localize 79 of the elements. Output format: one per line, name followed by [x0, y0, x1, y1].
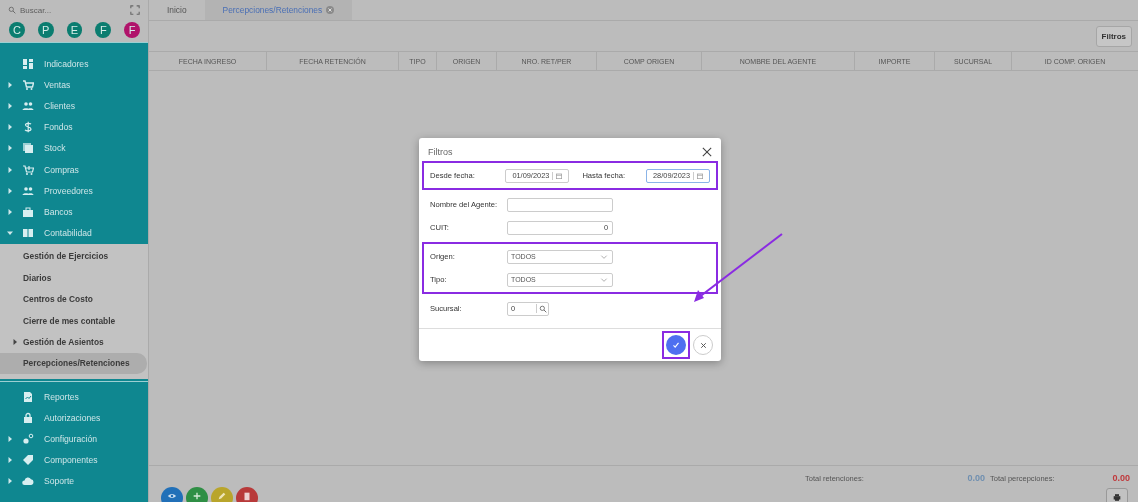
dashboard-icon — [22, 57, 34, 70]
cart-icon — [22, 78, 34, 91]
search-icon — [8, 6, 16, 14]
submenu-item[interactable]: Gestión de Ejercicios — [0, 245, 147, 268]
shortcut-button[interactable]: F — [95, 22, 112, 38]
cancel-button[interactable] — [693, 335, 713, 355]
sidebar-item[interactable]: Indicadores — [0, 53, 148, 75]
close-button[interactable] — [702, 147, 712, 157]
submenu-item[interactable]: Cierre de mes contable — [0, 309, 147, 332]
search-field[interactable]: Buscar... — [20, 5, 126, 15]
caret-icon — [12, 338, 18, 345]
sidebar-item[interactable]: Proveedores — [0, 180, 148, 202]
input-field[interactable] — [507, 197, 613, 212]
shortcut-button[interactable]: P — [37, 22, 54, 38]
dollar-icon — [22, 121, 34, 134]
caret-icon — [7, 187, 13, 194]
total-value: 0.00 — [967, 473, 985, 483]
submenu-item[interactable]: Gestión de Asientos — [0, 331, 147, 353]
check-icon — [671, 340, 681, 350]
caret-icon — [7, 166, 13, 173]
caret-icon — [7, 102, 13, 109]
sidebar-item[interactable]: Compras — [0, 158, 148, 181]
sidebar-item[interactable]: Autorizaciones — [0, 407, 148, 429]
stack-icon — [22, 142, 34, 155]
shortcut-button[interactable]: C — [9, 22, 25, 38]
tab[interactable]: Inicio — [149, 0, 205, 20]
caret-icon — [7, 457, 13, 464]
sidebar-item[interactable]: Componentes — [0, 449, 148, 471]
people-icon — [22, 99, 34, 112]
sidebar-item[interactable]: Configuración — [0, 428, 148, 450]
sidebar-item[interactable]: Soporte — [0, 470, 148, 492]
gears-icon — [22, 433, 34, 445]
briefcase-icon — [22, 205, 34, 218]
pencil-icon — [217, 491, 227, 501]
sidebar-item[interactable]: Bancos — [0, 201, 148, 223]
sidebar-item[interactable]: Clientes — [0, 95, 148, 117]
fullscreen-icon — [130, 5, 140, 15]
sidebar-item[interactable]: Ventas — [0, 74, 148, 96]
close-icon — [702, 147, 712, 157]
filter-button[interactable]: Filtros — [1095, 25, 1132, 47]
lock-icon — [22, 411, 34, 424]
sidebar-item[interactable]: Fondos — [0, 116, 148, 138]
submenu-item[interactable]: Percepciones/Retenciones — [0, 352, 147, 375]
chevron-down-icon — [600, 275, 608, 284]
chevron-down-icon — [600, 252, 608, 261]
total-value: 0.00 — [1112, 473, 1130, 483]
close-icon[interactable] — [326, 6, 335, 14]
dialog-title: Filtros — [428, 147, 453, 157]
confirm-button[interactable] — [666, 335, 686, 355]
close-icon — [698, 340, 708, 350]
caret-icon — [7, 478, 13, 485]
sidebar-item[interactable]: Reportes — [0, 386, 148, 408]
tab[interactable]: Percepciones/Retenciones — [204, 0, 353, 20]
caret-icon — [7, 208, 13, 215]
submenu-item[interactable]: Diarios — [0, 267, 147, 289]
people-icon — [22, 184, 34, 197]
search-icon — [538, 304, 547, 313]
calendar-icon — [696, 171, 704, 180]
tag-icon — [22, 454, 34, 467]
plus-icon — [192, 491, 202, 501]
document-icon — [22, 390, 34, 403]
printer-icon — [1113, 492, 1121, 502]
trash-icon — [242, 491, 252, 501]
sidebar-item[interactable]: Stock — [0, 137, 148, 159]
sidebar-item[interactable]: Contabilidad — [0, 222, 148, 244]
shortcut-button[interactable]: E — [66, 22, 83, 38]
caret-icon — [7, 145, 13, 152]
caret-icon — [7, 230, 13, 237]
caret-icon — [7, 124, 13, 131]
cloud-icon — [22, 475, 34, 488]
caret-icon — [7, 81, 13, 88]
eye-icon — [167, 491, 177, 501]
calendar-icon — [555, 171, 564, 180]
shortcut-button[interactable]: F — [124, 22, 140, 38]
caret-icon — [7, 436, 13, 442]
submenu-item[interactable]: Centros de Costo — [0, 288, 147, 310]
print-button[interactable] — [1106, 488, 1128, 502]
book-icon — [22, 227, 34, 240]
cart-icon — [22, 163, 34, 176]
